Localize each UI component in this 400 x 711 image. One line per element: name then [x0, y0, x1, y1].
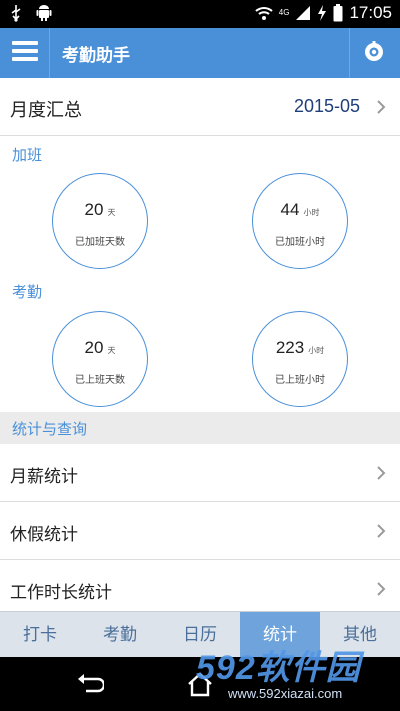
tab-other[interactable]: 其他 — [320, 612, 400, 657]
overtime-days-stat: 20 天 已加班天数 — [52, 173, 148, 269]
settings-icon[interactable] — [363, 41, 385, 63]
android-icon — [36, 5, 52, 21]
overtime-section-label: 加班 — [12, 146, 43, 164]
menu-button[interactable] — [12, 41, 38, 65]
divider — [49, 28, 50, 78]
menu-icon — [12, 41, 38, 45]
chevron-right-icon — [377, 582, 386, 596]
attendance-hours-caption: 已上班小时 — [275, 375, 325, 386]
overtime-hours-value: 44 — [280, 200, 300, 219]
list-item-label: 月薪统计 — [10, 467, 78, 487]
menu-icon-line — [12, 57, 38, 61]
overtime-days-unit: 天 — [107, 208, 116, 217]
tab-attendance[interactable]: 考勤 — [80, 612, 160, 657]
list-item-label: 工作时长统计 — [10, 583, 112, 603]
attendance-days-unit: 天 — [107, 346, 116, 355]
tab-punch[interactable]: 打卡 — [0, 612, 80, 657]
query-section-header: 统计与查询 — [0, 412, 400, 444]
overtime-hours-caption: 已加班小时 — [275, 237, 325, 248]
network-type-label: 4G — [278, 8, 290, 17]
list-item-leave-stats[interactable]: 休假统计 — [0, 502, 400, 560]
bottom-tab-bar: 打卡 考勤 日历 统计 其他 — [0, 611, 400, 657]
overtime-hours-unit: 小时 — [303, 208, 320, 217]
monthly-summary-label: 月度汇总 — [10, 100, 82, 121]
overtime-days-value: 20 — [84, 200, 104, 219]
usb-icon — [11, 5, 21, 22]
chevron-right-icon — [377, 466, 386, 480]
system-nav-bar — [0, 657, 400, 711]
back-icon[interactable] — [76, 671, 104, 697]
chevron-right-icon — [377, 100, 386, 114]
list-item-label: 休假统计 — [10, 525, 78, 545]
attendance-hours-unit: 小时 — [308, 346, 325, 355]
overtime-hours-stat: 44 小时 已加班小时 — [252, 173, 348, 269]
status-bar: 4G 17:05 — [0, 0, 400, 28]
clock: 17:05 — [349, 3, 392, 22]
wifi-icon — [255, 7, 273, 20]
attendance-section-label: 考勤 — [12, 283, 43, 301]
attendance-hours-stat: 223 小时 已上班小时 — [252, 311, 348, 407]
app-bar: 考勤助手 — [0, 28, 400, 78]
list-item-work-hours-stats[interactable]: 工作时长统计 — [0, 560, 400, 618]
month-value: 2015-05 — [293, 96, 360, 116]
attendance-days-value: 20 — [84, 338, 104, 357]
monthly-summary-row[interactable]: 月度汇总 2015-05 — [0, 78, 400, 136]
attendance-days-stat: 20 天 已上班天数 — [52, 311, 148, 407]
charging-icon — [318, 5, 327, 21]
divider — [349, 28, 350, 78]
page-title: 考勤助手 — [62, 46, 130, 66]
tab-calendar[interactable]: 日历 — [160, 612, 240, 657]
menu-icon-line — [12, 49, 38, 53]
chevron-right-icon — [377, 524, 386, 538]
overtime-days-caption: 已加班天数 — [75, 237, 125, 248]
attendance-hours-value: 223 — [275, 338, 305, 357]
home-icon[interactable] — [186, 671, 214, 697]
list-item-salary-stats[interactable]: 月薪统计 — [0, 444, 400, 502]
signal-icon — [296, 6, 311, 20]
tab-statistics[interactable]: 统计 — [240, 612, 320, 657]
battery-icon — [333, 4, 343, 22]
attendance-days-caption: 已上班天数 — [75, 375, 125, 386]
query-section-label: 统计与查询 — [12, 420, 88, 438]
